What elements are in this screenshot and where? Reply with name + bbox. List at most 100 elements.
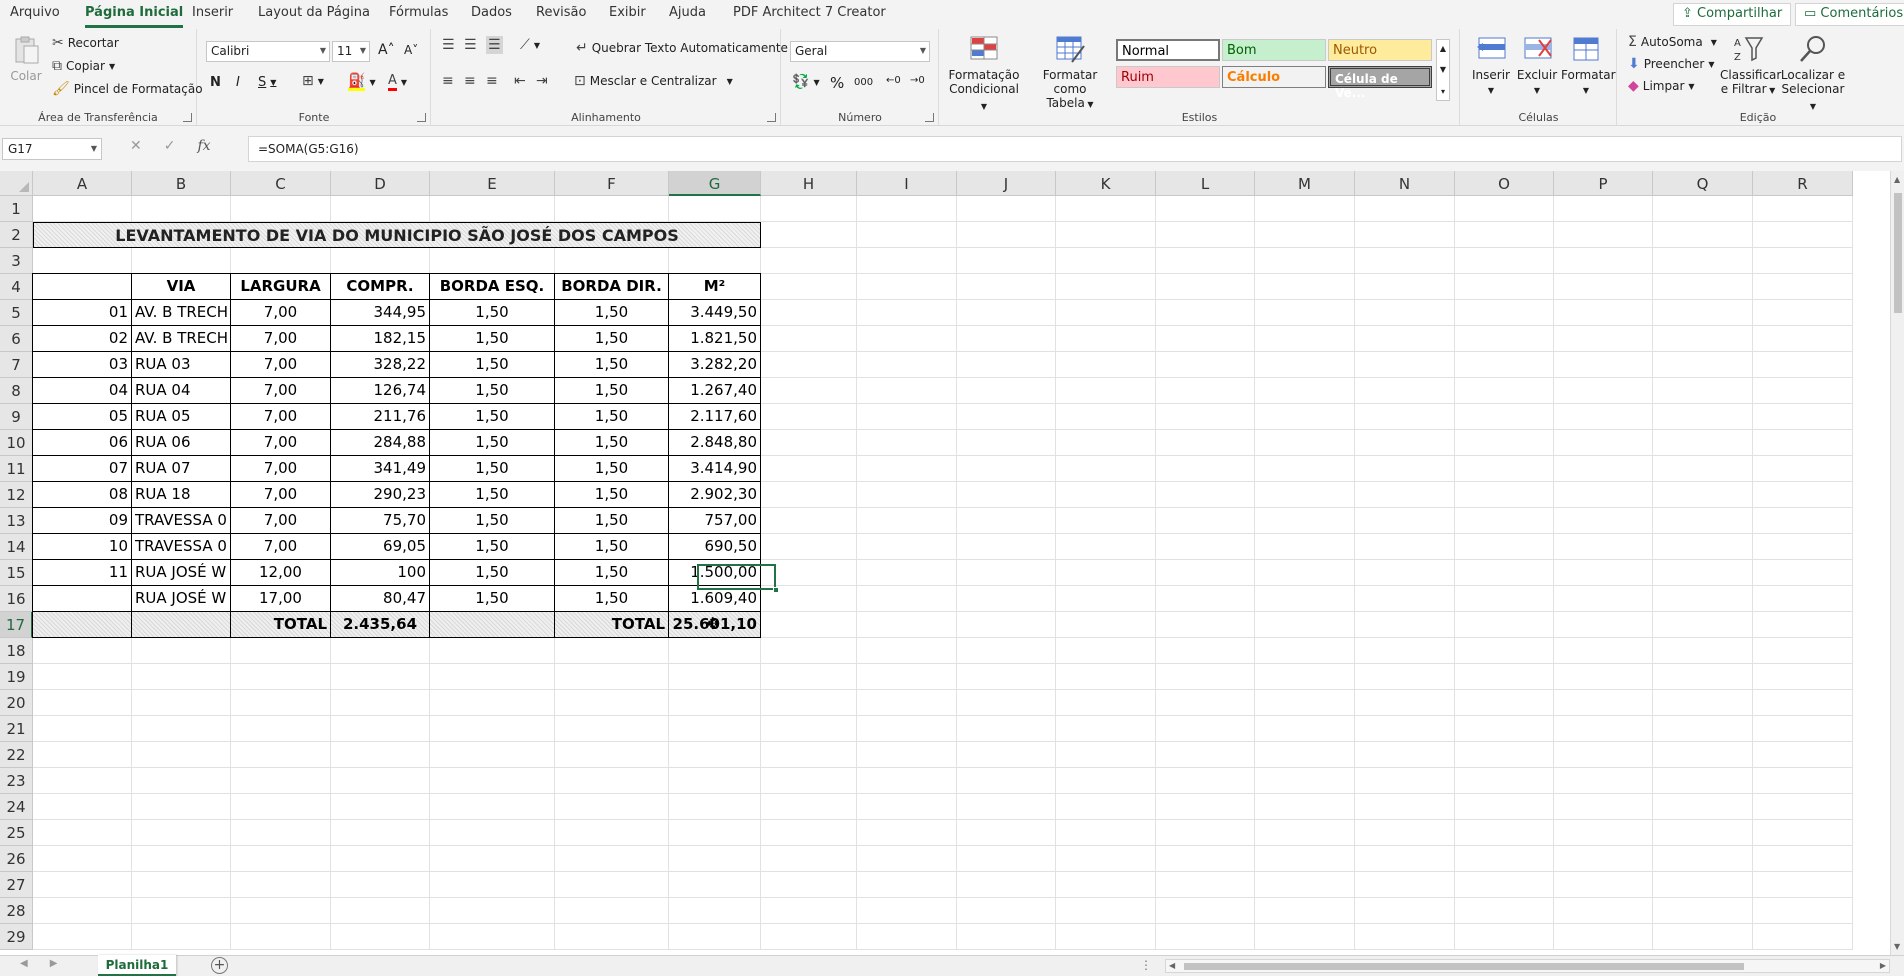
styles-gallery-scroll[interactable]: ▲ ▼ ▾ (1436, 39, 1450, 101)
style-bad[interactable]: Ruim (1116, 66, 1220, 88)
table-cell[interactable]: 1.267,40 (669, 378, 761, 404)
row-header-9[interactable]: 9 (0, 404, 33, 430)
bold-button[interactable]: N (210, 75, 221, 90)
cancel-icon[interactable]: ✕ (130, 138, 142, 160)
format-as-table-button[interactable]: Formatar como Tabela ▼ (1026, 34, 1114, 112)
table-cell[interactable]: 03 (33, 352, 132, 378)
column-header-h[interactable]: H (761, 171, 857, 196)
insert-cells-button[interactable]: Inserir ▼ (1469, 34, 1513, 98)
row-header-3[interactable]: 3 (0, 248, 33, 274)
cut-button[interactable]: ✂ Recortar (52, 36, 119, 50)
table-cell[interactable]: 1,50 (430, 560, 555, 586)
table-cell[interactable]: 1,50 (430, 326, 555, 352)
table-cell[interactable]: 7,00 (231, 534, 331, 560)
style-check-cell[interactable]: Célula de Ve... (1328, 66, 1432, 100)
font-launcher-icon[interactable] (417, 113, 426, 122)
table-cell[interactable]: 7,00 (231, 482, 331, 508)
increase-decimal-button[interactable]: ←0 (886, 75, 901, 86)
add-sheet-icon[interactable]: + (211, 957, 228, 974)
table-cell[interactable]: 75,70 (331, 508, 430, 534)
row-header-21[interactable]: 21 (0, 716, 33, 742)
column-header-o[interactable]: O (1455, 171, 1554, 196)
font-size-select[interactable]: 11 ▼ (332, 41, 370, 62)
table-cell[interactable]: 80,47 (331, 586, 430, 612)
table-header-cell[interactable]: BORDA DIR. (555, 274, 669, 300)
table-cell[interactable]: 1,50 (555, 586, 669, 612)
table-cell[interactable]: 341,49 (331, 456, 430, 482)
row-header-11[interactable]: 11 (0, 456, 33, 482)
table-cell[interactable]: TRAVESSA 0 (132, 508, 231, 534)
table-cell[interactable]: TRAVESSA 0 (132, 534, 231, 560)
table-cell[interactable]: 7,00 (231, 404, 331, 430)
table-cell[interactable]: 1,50 (430, 534, 555, 560)
horizontal-scrollbar[interactable]: ◀ ▶ (1165, 959, 1890, 973)
table-cell[interactable]: 08 (33, 482, 132, 508)
column-header-q[interactable]: Q (1653, 171, 1753, 196)
table-cell[interactable]: 7,00 (231, 300, 331, 326)
row-header-15[interactable]: 15 (0, 560, 33, 586)
table-cell[interactable] (33, 586, 132, 612)
row-header-26[interactable]: 26 (0, 846, 33, 872)
row-header-29[interactable]: 29 (0, 924, 33, 950)
vertical-scroll-thumb[interactable] (1894, 193, 1902, 313)
table-header-cell[interactable]: LARGURA (231, 274, 331, 300)
table-cell[interactable]: 1,50 (555, 326, 669, 352)
table-cell[interactable]: 2.117,60 (669, 404, 761, 430)
column-header-p[interactable]: P (1554, 171, 1653, 196)
merge-center-button[interactable]: ⊡ Mesclar e Centralizar ▼ (574, 74, 733, 88)
delete-cells-button[interactable]: Excluir ▼ (1515, 34, 1559, 98)
scroll-right-icon[interactable]: ▶ (1880, 961, 1886, 970)
row-header-7[interactable]: 7 (0, 352, 33, 378)
total-compr-value[interactable]: 2.435,64 (331, 612, 430, 638)
table-cell[interactable]: 1,50 (430, 456, 555, 482)
table-cell[interactable]: 284,88 (331, 430, 430, 456)
table-cell[interactable]: 690,50 (669, 534, 761, 560)
column-header-m[interactable]: M (1255, 171, 1355, 196)
table-cell[interactable]: 1.500,00 (669, 560, 761, 586)
column-header-i[interactable]: I (857, 171, 957, 196)
table-cell[interactable]: 1,50 (555, 352, 669, 378)
table-cell[interactable]: 7,00 (231, 326, 331, 352)
percent-button[interactable]: % (830, 74, 844, 92)
table-cell[interactable]: 290,23 (331, 482, 430, 508)
tab-dados[interactable]: Dados (471, 5, 512, 20)
table-cell[interactable]: 69,05 (331, 534, 430, 560)
table-cell[interactable]: 1,50 (430, 508, 555, 534)
row-header-13[interactable]: 13 (0, 508, 33, 534)
vertical-scrollbar[interactable]: ▲ ▼ (1890, 171, 1904, 955)
align-center-button[interactable]: ≡ (464, 74, 476, 88)
row-header-8[interactable]: 8 (0, 378, 33, 404)
table-cell[interactable]: 7,00 (231, 352, 331, 378)
table-header-cell[interactable] (33, 274, 132, 300)
underline-button[interactable]: S ▼ (258, 75, 276, 90)
table-cell[interactable]: 1,50 (555, 560, 669, 586)
column-header-r[interactable]: R (1753, 171, 1853, 196)
tab-ajuda[interactable]: Ajuda (669, 5, 706, 20)
autosum-button[interactable]: Σ AutoSoma ▼ (1628, 35, 1717, 49)
style-calculation[interactable]: Cálculo (1222, 66, 1326, 88)
italic-button[interactable]: I (236, 75, 240, 90)
row-header-23[interactable]: 23 (0, 768, 33, 794)
align-top-button[interactable]: ☰ (442, 38, 455, 52)
confirm-icon[interactable]: ✓ (164, 138, 176, 160)
row-header-10[interactable]: 10 (0, 430, 33, 456)
table-cell[interactable]: 182,15 (331, 326, 430, 352)
table-cell[interactable]: 7,00 (231, 456, 331, 482)
alignment-launcher-icon[interactable] (767, 113, 776, 122)
grow-font-button[interactable]: A˄ (378, 42, 395, 58)
align-middle-button[interactable]: ☰ (464, 38, 477, 52)
row-header-27[interactable]: 27 (0, 872, 33, 898)
table-cell[interactable]: RUA 06 (132, 430, 231, 456)
currency-button[interactable]: 💱 ▼ (792, 75, 820, 89)
table-cell[interactable]: 06 (33, 430, 132, 456)
table-cell[interactable]: AV. B TRECH (132, 300, 231, 326)
sort-filter-button[interactable]: AZ Classificar e Filtrar ▼ (1720, 34, 1781, 98)
style-normal[interactable]: Normal (1116, 39, 1220, 61)
column-header-l[interactable]: L (1156, 171, 1255, 196)
table-cell[interactable]: RUA 05 (132, 404, 231, 430)
table-cell[interactable]: 10 (33, 534, 132, 560)
row-header-12[interactable]: 12 (0, 482, 33, 508)
column-header-d[interactable]: D (331, 171, 430, 196)
column-header-j[interactable]: J (957, 171, 1056, 196)
fill-color-button[interactable]: ⛽ ▼ (348, 74, 376, 91)
